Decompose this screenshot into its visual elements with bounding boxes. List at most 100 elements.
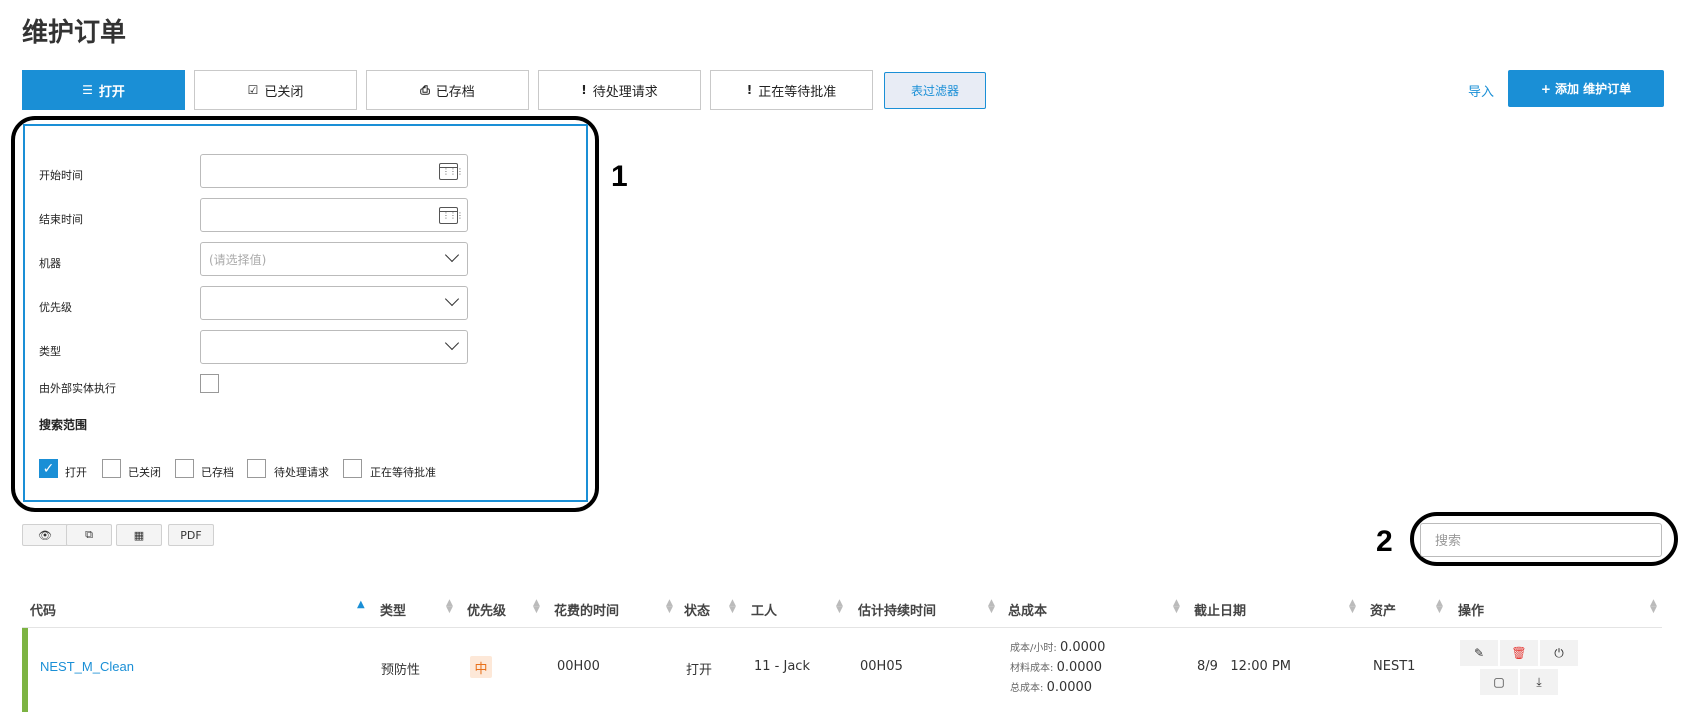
annotation-number-2: 2 <box>1376 525 1393 558</box>
tab-awaiting-approval[interactable]: ! 正在等待批准 <box>710 70 873 110</box>
scope-open-label: 打开 <box>65 466 87 479</box>
plus-icon: + <box>1540 81 1551 96</box>
machine-placeholder: (请选择值) <box>209 253 267 267</box>
column-header-code[interactable]: 代码 <box>30 600 56 619</box>
start-time-input[interactable] <box>200 154 468 188</box>
calendar-icon[interactable] <box>439 163 463 180</box>
end-time-input[interactable] <box>200 198 468 232</box>
add-button-label: 添加 维护订单 <box>1554 82 1632 96</box>
chevron-down-icon <box>444 291 460 307</box>
table-filter-button[interactable]: 表过滤器 <box>884 72 986 109</box>
sort-icon[interactable]: ▲ ▼ <box>666 599 673 615</box>
tab-open-label: 打开 <box>98 84 125 100</box>
list-icon: ☰ <box>82 83 93 97</box>
annotation-number-1: 1 <box>611 160 628 193</box>
square-icon: ▢ <box>1493 675 1505 689</box>
sort-icon[interactable]: ▲ ▼ <box>836 599 843 615</box>
cost-per-hour-value: 0.0000 <box>1059 640 1106 655</box>
chevron-down-icon <box>444 335 460 351</box>
search-input[interactable] <box>1420 523 1662 557</box>
table-header-divider <box>22 627 1662 628</box>
machine-select[interactable]: (请选择值) <box>200 242 468 276</box>
row-asset: NEST1 <box>1373 659 1416 674</box>
material-cost-value: 0.0000 <box>1056 660 1103 675</box>
archive-button[interactable]: ▢ <box>1480 669 1518 695</box>
scope-pending-label: 待处理请求 <box>274 466 329 479</box>
column-header-total-cost[interactable]: 总成本 <box>1008 600 1047 619</box>
sort-icon[interactable]: ▲ ▼ <box>1173 599 1180 615</box>
end-time-label: 结束时间 <box>39 213 83 226</box>
excel-export-button[interactable]: ▦ <box>116 524 162 546</box>
row-type: 预防性 <box>381 663 421 678</box>
sort-asc-icon[interactable]: ▲ <box>357 600 365 610</box>
total-cost-label: 总成本: <box>1010 683 1044 694</box>
toggle-columns-button[interactable]: 👁 <box>22 524 68 546</box>
sort-icon[interactable]: ▲ ▼ <box>446 599 453 615</box>
download-icon: ⤓ <box>1536 674 1542 689</box>
copy-icon: ⧉ <box>85 528 93 541</box>
row-estimated-duration: 00H05 <box>860 659 903 674</box>
check-square-icon: ☑ <box>247 83 259 97</box>
sort-icon[interactable]: ▲ ▼ <box>729 599 736 615</box>
sort-icon[interactable]: ▲ ▼ <box>1436 599 1443 615</box>
total-cost-value: 0.0000 <box>1046 680 1093 695</box>
scope-open-checkbox[interactable]: ✓ <box>39 459 58 478</box>
column-header-worker[interactable]: 工人 <box>751 600 777 619</box>
sort-icon[interactable]: ▲ ▼ <box>988 599 995 615</box>
table-row[interactable]: NEST_M_Clean <box>40 659 134 675</box>
tab-pending-requests[interactable]: ! 待处理请求 <box>538 70 701 110</box>
priority-badge: 中 <box>470 656 492 678</box>
calendar-icon[interactable] <box>439 207 463 224</box>
scope-pending-checkbox[interactable] <box>247 459 266 478</box>
column-header-due-date[interactable]: 截止日期 <box>1194 600 1246 619</box>
import-link[interactable]: 导入 <box>1468 81 1494 100</box>
column-header-time-spent[interactable]: 花费的时间 <box>554 600 619 619</box>
column-header-actions: 操作 <box>1458 604 1485 619</box>
tab-closed[interactable]: ☑ 已关闭 <box>194 70 357 110</box>
column-header-estimated-duration[interactable]: 估计持续时间 <box>858 600 936 619</box>
scope-closed-checkbox[interactable] <box>102 459 121 478</box>
power-icon: ⏻ <box>1554 645 1564 660</box>
close-order-button[interactable]: ⏻ <box>1540 640 1578 666</box>
pdf-export-button[interactable]: PDF <box>168 524 214 546</box>
eye-icon: 👁 <box>38 528 52 542</box>
delete-button[interactable]: 🗑 <box>1500 640 1538 666</box>
scope-archived-label: 已存档 <box>201 466 234 479</box>
type-select[interactable] <box>200 330 468 364</box>
search-scope-title: 搜索范围 <box>39 418 88 432</box>
column-header-asset[interactable]: 资产 <box>1370 600 1396 619</box>
sort-icon[interactable]: ▲ ▼ <box>533 599 540 615</box>
tab-pending-requests-label: 待处理请求 <box>592 84 658 100</box>
tab-awaiting-approval-label: 正在等待批准 <box>758 84 837 100</box>
row-material-cost: 材料成本: 0.0000 <box>1010 659 1102 675</box>
row-total-cost: 总成本: 0.0000 <box>1010 679 1092 695</box>
external-entity-checkbox[interactable] <box>200 374 219 393</box>
tab-archived-label: 已存档 <box>435 84 475 100</box>
scope-closed-label: 已关闭 <box>128 466 161 479</box>
exclamation-icon: ! <box>746 83 753 97</box>
priority-select[interactable] <box>200 286 468 320</box>
copy-button[interactable]: ⧉ <box>66 524 112 546</box>
material-cost-label: 材料成本: <box>1010 663 1054 674</box>
edit-button[interactable]: ✎ <box>1460 640 1498 666</box>
column-header-status[interactable]: 状态 <box>684 600 710 619</box>
tab-archived[interactable]: ⎙ 已存档 <box>366 70 529 110</box>
exclamation-icon: ! <box>581 83 587 97</box>
sort-icon[interactable]: ▲ ▼ <box>1650 599 1657 615</box>
download-button[interactable]: ⤓ <box>1520 669 1558 695</box>
tab-closed-label: 已关闭 <box>264 84 304 100</box>
scope-awaiting-label: 正在等待批准 <box>370 466 436 479</box>
add-maintenance-order-button[interactable]: + 添加 维护订单 <box>1508 70 1664 107</box>
tab-open[interactable]: ☰ 打开 <box>22 70 185 110</box>
table-icon: ▦ <box>133 528 145 542</box>
scope-awaiting-checkbox[interactable] <box>343 459 362 478</box>
sort-icon[interactable]: ▲ ▼ <box>1349 599 1356 615</box>
row-status: 打开 <box>686 663 713 678</box>
order-code-link[interactable]: NEST_M_Clean <box>40 659 134 674</box>
edit-icon: ✎ <box>1473 646 1485 660</box>
scope-archived-checkbox[interactable] <box>175 459 194 478</box>
column-header-priority[interactable]: 优先级 <box>467 600 506 619</box>
column-header-type[interactable]: 类型 <box>380 600 406 619</box>
machine-label: 机器 <box>39 257 61 270</box>
chevron-down-icon <box>444 247 460 263</box>
